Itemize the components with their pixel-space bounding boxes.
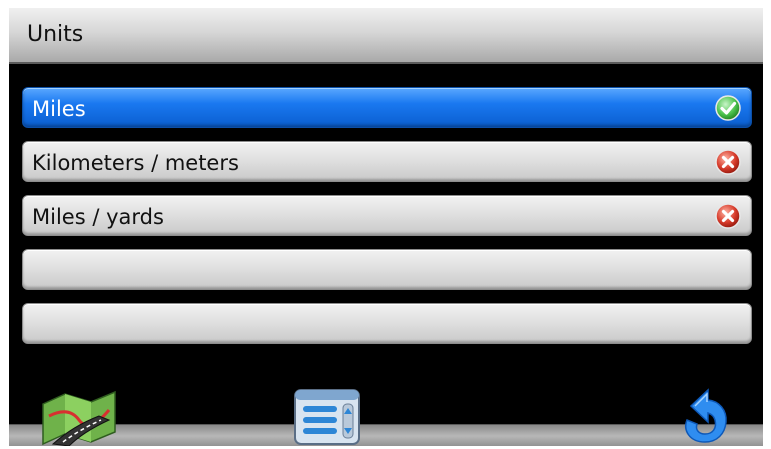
list-item-label: Kilometers / meters bbox=[32, 151, 239, 175]
x-icon bbox=[715, 203, 741, 229]
toolbar-strip bbox=[9, 424, 763, 446]
menu-list-icon[interactable] bbox=[287, 384, 367, 446]
list-item-label: Miles / yards bbox=[32, 205, 164, 229]
units-screen: Units Miles Kilometers / meters Miles / … bbox=[9, 8, 763, 446]
list-item-miles-yards[interactable]: Miles / yards bbox=[22, 195, 752, 236]
list-item-kilometers-meters[interactable]: Kilometers / meters bbox=[22, 141, 752, 182]
page-title: Units bbox=[27, 22, 84, 47]
x-icon bbox=[715, 149, 741, 175]
check-icon bbox=[715, 95, 741, 121]
back-arrow-icon[interactable] bbox=[675, 386, 735, 446]
map-icon[interactable] bbox=[39, 386, 119, 446]
list-item-miles[interactable]: Miles bbox=[22, 87, 752, 128]
list-item-empty[interactable] bbox=[22, 303, 752, 344]
list-item-label: Miles bbox=[32, 97, 86, 121]
bottom-toolbar bbox=[9, 388, 763, 446]
list-item-empty[interactable] bbox=[22, 249, 752, 290]
title-bar: Units bbox=[9, 8, 763, 64]
